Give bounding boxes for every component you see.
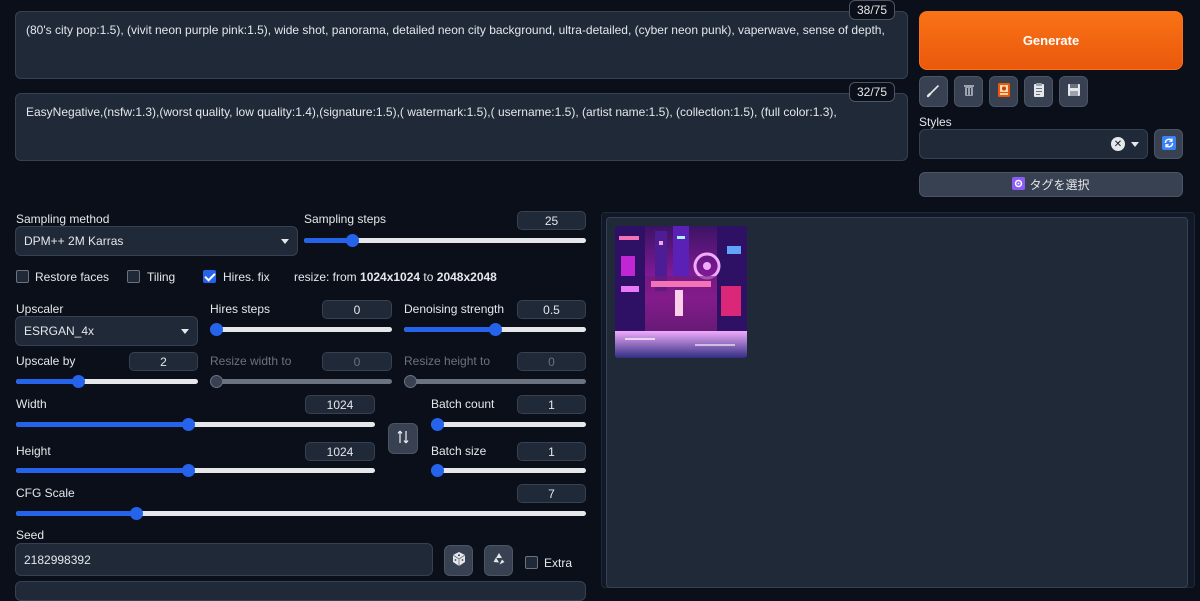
- resize-info: resize: from 1024x1024 to 2048x2048: [294, 270, 497, 284]
- resize-height-label: Resize height to: [404, 354, 491, 368]
- resize-info-prefix: resize: from: [294, 270, 361, 284]
- resize-info-to: to: [420, 270, 437, 284]
- cfg-scale-slider[interactable]: [16, 506, 586, 520]
- sampling-steps-slider[interactable]: [304, 233, 586, 247]
- brush-icon: [926, 82, 942, 101]
- tiling-checkbox[interactable]: [127, 270, 140, 283]
- trash-icon: [961, 82, 977, 101]
- seed-value: 2182998392: [24, 552, 91, 567]
- generate-button[interactable]: Generate: [919, 11, 1183, 70]
- output-gallery: [606, 217, 1188, 588]
- card-icon: [996, 82, 1012, 101]
- brush-button[interactable]: [919, 76, 948, 107]
- negative-prompt-input[interactable]: EasyNegative,(nsfw:1.3),(worst quality, …: [15, 93, 908, 161]
- batch-size-label: Batch size: [431, 444, 487, 458]
- batch-count-slider[interactable]: [431, 417, 586, 431]
- batch-count-label: Batch count: [431, 397, 495, 411]
- width-input[interactable]: 1024: [305, 395, 375, 414]
- extra-seed-label: Extra: [544, 556, 573, 570]
- denoising-strength-input[interactable]: 0.5: [517, 300, 586, 319]
- cfg-scale-label: CFG Scale: [16, 486, 75, 500]
- positive-prompt-text: (80's city pop:1.5), (vivit neon purple …: [26, 23, 885, 37]
- height-input[interactable]: 1024: [305, 442, 375, 461]
- tag-select-label: タグを選択: [1029, 178, 1090, 192]
- positive-prompt-input[interactable]: (80's city pop:1.5), (vivit neon purple …: [15, 11, 908, 79]
- denoising-strength-slider[interactable]: [404, 322, 586, 336]
- upscaler-label: Upscaler: [16, 302, 64, 316]
- cfg-scale-input[interactable]: 7: [517, 484, 586, 503]
- denoising-strength-label: Denoising strength: [404, 302, 505, 316]
- seed-label: Seed: [16, 528, 45, 542]
- hires-fix-checkbox[interactable]: [203, 270, 216, 283]
- refresh-styles-button[interactable]: [1154, 129, 1183, 159]
- trash-button[interactable]: [954, 76, 983, 107]
- restore-faces-label: Restore faces: [35, 270, 110, 284]
- reuse-seed-button[interactable]: [484, 545, 513, 576]
- sampling-method-dropdown[interactable]: DPM++ 2M Karras: [15, 226, 298, 256]
- batch-size-input[interactable]: 1: [517, 442, 586, 461]
- hires-steps-input[interactable]: 0: [322, 300, 392, 319]
- upscale-by-slider[interactable]: [16, 374, 198, 388]
- styles-dropdown[interactable]: ✕: [919, 129, 1148, 159]
- sampling-method-label: Sampling method: [16, 212, 110, 226]
- resize-width-label: Resize width to: [210, 354, 292, 368]
- swap-dimensions-button[interactable]: [388, 423, 418, 454]
- negative-prompt-text: EasyNegative,(nsfw:1.3),(worst quality, …: [26, 105, 837, 119]
- resize-to-value: 2048x2048: [436, 270, 497, 284]
- tiling-label: Tiling: [147, 270, 176, 284]
- seed-input[interactable]: 2182998392: [15, 543, 433, 576]
- recycle-icon: [491, 551, 507, 570]
- dice-icon: [451, 551, 467, 570]
- batch-count-input[interactable]: 1: [517, 395, 586, 414]
- chevron-down-icon: [181, 328, 189, 334]
- resize-from-value: 1024x1024: [360, 270, 421, 284]
- styles-label: Styles: [919, 115, 952, 129]
- chevron-down-icon: [1131, 141, 1139, 147]
- clipboard-icon: [1031, 82, 1047, 101]
- script-dropdown[interactable]: [15, 581, 586, 601]
- card-button[interactable]: [989, 76, 1018, 107]
- height-label: Height: [16, 444, 51, 458]
- upscale-by-input[interactable]: 2: [129, 352, 198, 371]
- sampling-method-value: DPM++ 2M Karras: [24, 234, 124, 248]
- sampling-steps-input[interactable]: 25: [517, 211, 586, 230]
- restore-faces-checkbox[interactable]: [16, 270, 29, 283]
- negative-token-counter: 32/75: [849, 82, 895, 102]
- chevron-down-icon: [281, 238, 289, 244]
- batch-size-slider[interactable]: [431, 463, 586, 477]
- swap-icon: [396, 429, 410, 448]
- save-style-button[interactable]: [1059, 76, 1088, 107]
- hires-steps-label: Hires steps: [210, 302, 271, 316]
- sampling-steps-label: Sampling steps: [304, 212, 387, 226]
- upscaler-dropdown[interactable]: ESRGAN_4x: [15, 316, 198, 346]
- width-slider[interactable]: [16, 417, 375, 431]
- hires-steps-slider[interactable]: [210, 322, 392, 336]
- generated-image-thumbnail[interactable]: [615, 226, 747, 358]
- refresh-icon: [1161, 135, 1177, 154]
- height-slider[interactable]: [16, 463, 375, 477]
- resize-width-input: 0: [322, 352, 392, 371]
- extra-seed-checkbox[interactable]: [525, 556, 538, 569]
- hires-fix-label: Hires. fix: [223, 270, 270, 284]
- clear-icon[interactable]: ✕: [1111, 137, 1125, 151]
- resize-height-input: 0: [517, 352, 586, 371]
- random-seed-button[interactable]: [444, 545, 473, 576]
- upscaler-value: ESRGAN_4x: [24, 324, 95, 338]
- gear-icon: [1012, 176, 1026, 193]
- save-icon: [1066, 82, 1082, 101]
- upscale-by-label: Upscale by: [16, 354, 76, 368]
- width-label: Width: [16, 397, 47, 411]
- clipboard-button[interactable]: [1024, 76, 1053, 107]
- resize-width-slider: [210, 374, 392, 388]
- tag-select-button[interactable]: タグを選択: [919, 172, 1183, 197]
- resize-height-slider: [404, 374, 586, 388]
- positive-token-counter: 38/75: [849, 0, 895, 20]
